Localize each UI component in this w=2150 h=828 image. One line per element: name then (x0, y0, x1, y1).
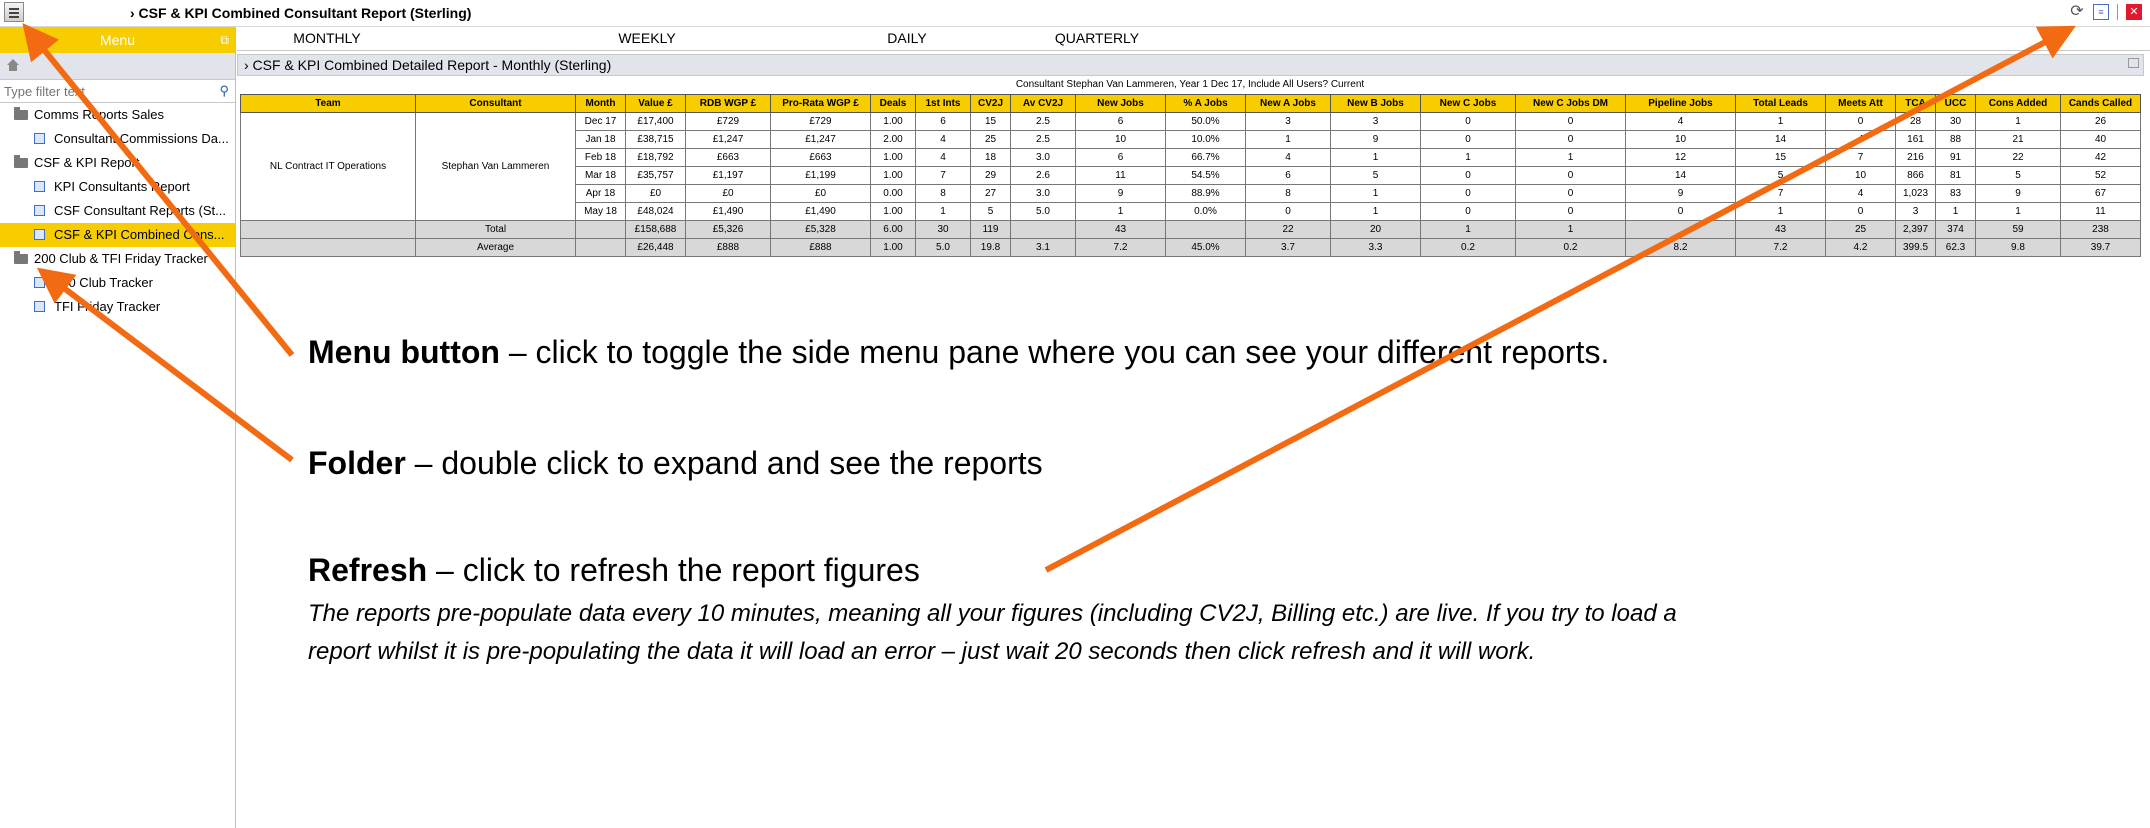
menu-arrow (22, 23, 295, 357)
folder-arrow (36, 267, 294, 463)
annotation-arrows (22, 23, 2076, 573)
refresh-arrow (1044, 25, 2076, 573)
